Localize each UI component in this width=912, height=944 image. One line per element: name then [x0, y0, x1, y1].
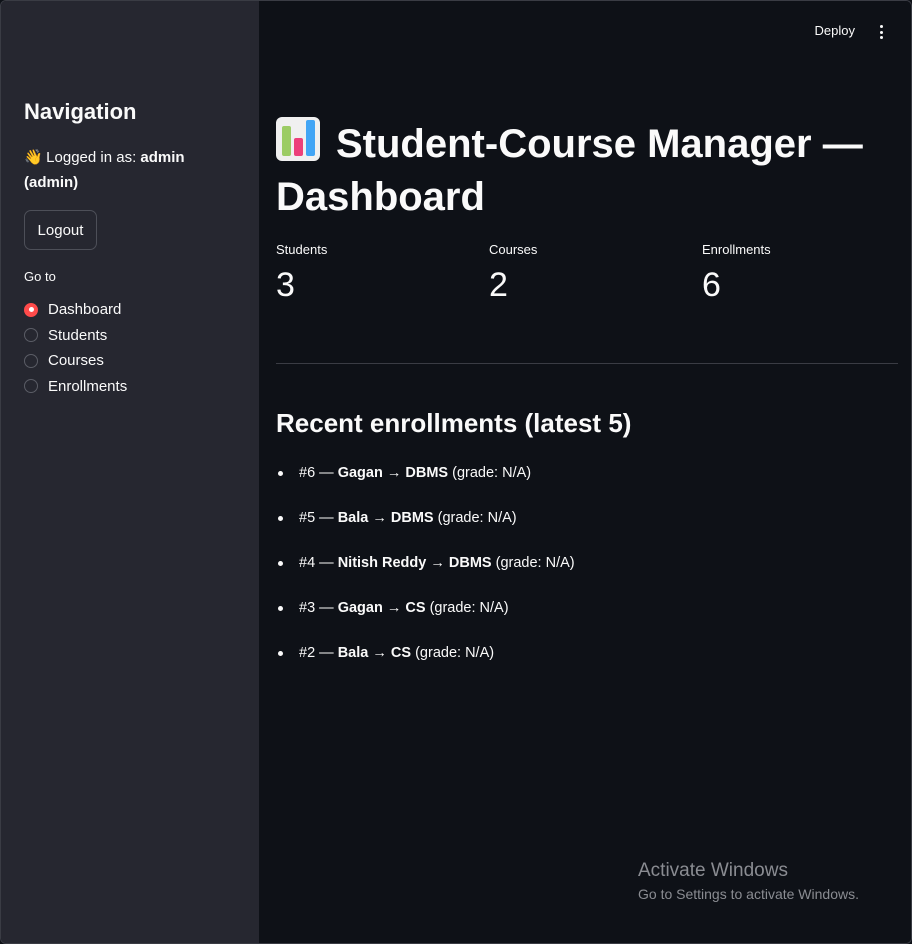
metric-label: Students: [276, 242, 328, 257]
metric-courses: Courses 2: [489, 242, 537, 303]
activate-windows-watermark: Activate Windows Go to Settings to activ…: [638, 860, 859, 902]
list-item: #5 — Bala → DBMS (grade: N/A): [276, 506, 575, 551]
metric-value: 2: [489, 266, 508, 304]
waving-hand-icon: 👋: [24, 149, 43, 166]
radio-selected-icon: [24, 302, 38, 317]
watermark-line2: Go to Settings to activate Windows.: [638, 886, 859, 902]
main-content: Deploy Student-Course Manager — Dashboar…: [259, 1, 911, 943]
sidebar-title: Navigation: [24, 99, 137, 124]
watermark-line1: Activate Windows: [638, 860, 788, 881]
metric-value: 3: [276, 266, 295, 304]
nav-option-label: Courses: [48, 352, 104, 370]
list-item: #4 — Nitish Reddy → DBMS (grade: N/A): [276, 551, 575, 596]
radio-unselected-icon: [24, 353, 38, 368]
radio-unselected-icon: [24, 379, 38, 394]
logged-in-status: 👋 Logged in as: admin (admin): [24, 145, 224, 195]
logged-in-prefix: Logged in as:: [46, 149, 137, 166]
list-item: #6 — Gagan → DBMS (grade: N/A): [276, 461, 575, 506]
nav-option-students[interactable]: Students: [24, 323, 127, 349]
nav-option-courses[interactable]: Courses: [24, 348, 127, 374]
nav-option-enrollments[interactable]: Enrollments: [24, 374, 127, 400]
metric-enrollments: Enrollments 6: [702, 242, 771, 303]
metric-label: Courses: [489, 242, 538, 257]
nav-option-label: Enrollments: [48, 377, 128, 395]
radio-unselected-icon: [24, 328, 38, 343]
divider: [276, 363, 898, 364]
logout-button[interactable]: Logout: [24, 210, 97, 250]
nav-option-label: Students: [48, 326, 108, 344]
deploy-button[interactable]: Deploy: [815, 23, 855, 38]
nav-option-label: Dashboard: [48, 301, 122, 319]
metric-value: 6: [702, 266, 721, 304]
nav-option-dashboard[interactable]: Dashboard: [24, 297, 127, 323]
main-menu-icon[interactable]: [875, 23, 887, 41]
metric-label: Enrollments: [702, 242, 771, 257]
page-title-text: Student-Course Manager — Dashboard: [276, 122, 863, 219]
list-item: #3 — Gagan → CS (grade: N/A): [276, 596, 575, 641]
metric-students: Students 3: [276, 242, 327, 303]
list-item: #2 — Bala → CS (grade: N/A): [276, 641, 575, 686]
recent-enrollments-title: Recent enrollments (latest 5): [276, 408, 632, 438]
recent-enrollments-list: #6 — Gagan → DBMS (grade: N/A) #5 — Bala…: [276, 461, 575, 686]
goto-label: Go to: [24, 269, 56, 284]
page-title: Student-Course Manager — Dashboard: [276, 117, 886, 224]
nav-radio-group: Dashboard Students Courses Enrollments: [24, 297, 127, 399]
app-window: Navigation 👋 Logged in as: admin (admin)…: [0, 0, 912, 944]
bar-chart-icon: [276, 117, 320, 161]
sidebar: Navigation 👋 Logged in as: admin (admin)…: [1, 1, 259, 943]
